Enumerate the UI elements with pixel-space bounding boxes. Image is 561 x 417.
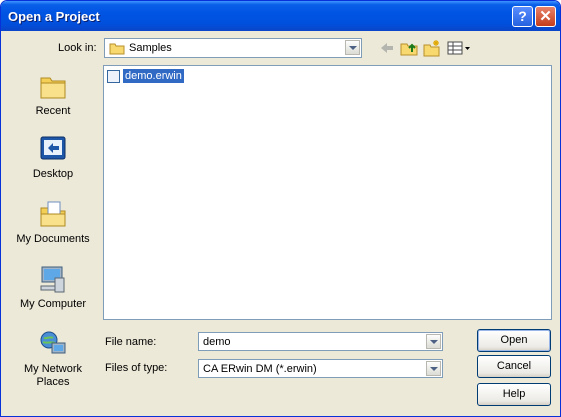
folder-icon bbox=[109, 42, 125, 58]
help-title-button[interactable]: ? bbox=[512, 6, 533, 27]
cancel-button[interactable]: Cancel bbox=[477, 355, 551, 378]
file-name: demo.erwin bbox=[123, 69, 184, 83]
file-type-value: CA ERwin DM (*.erwin) bbox=[203, 363, 317, 375]
my-computer-icon bbox=[38, 264, 68, 294]
place-label: Recent bbox=[35, 105, 71, 117]
up-one-level-icon[interactable] bbox=[400, 39, 418, 57]
place-my-documents[interactable]: My Documents bbox=[8, 199, 98, 246]
file-type-label: Files of type: bbox=[105, 362, 168, 374]
my-documents-icon bbox=[38, 199, 68, 229]
close-button[interactable]: ✕ bbox=[535, 6, 556, 27]
network-places-icon bbox=[38, 329, 68, 359]
chevron-down-icon[interactable] bbox=[426, 334, 441, 349]
dialog-title: Open a Project bbox=[8, 9, 100, 24]
place-desktop[interactable]: Desktop bbox=[8, 134, 98, 181]
chevron-down-icon[interactable] bbox=[345, 40, 360, 55]
file-name-field[interactable]: demo bbox=[198, 332, 443, 351]
places-bar: Recent Desktop My Documents My Computer … bbox=[8, 64, 98, 399]
place-my-network-places[interactable]: My Network Places bbox=[8, 329, 98, 389]
place-label: My Network Places bbox=[23, 363, 83, 388]
view-menu-icon[interactable] bbox=[447, 39, 471, 57]
open-project-dialog: Open a Project ? ✕ Look in: Samples Rece… bbox=[0, 0, 561, 417]
erwin-file-icon bbox=[107, 70, 120, 83]
place-label: Desktop bbox=[32, 168, 74, 180]
file-type-dropdown[interactable]: CA ERwin DM (*.erwin) bbox=[198, 359, 443, 378]
file-name-label: File name: bbox=[105, 336, 157, 348]
place-label: My Documents bbox=[16, 233, 90, 245]
recent-icon bbox=[38, 71, 68, 101]
look-in-dropdown[interactable]: Samples bbox=[104, 38, 362, 58]
place-recent[interactable]: Recent bbox=[8, 71, 98, 118]
help-button[interactable]: Help bbox=[477, 383, 551, 406]
title-bar[interactable]: Open a Project ? ✕ bbox=[1, 1, 560, 31]
place-my-computer[interactable]: My Computer bbox=[8, 264, 98, 311]
place-label: My Computer bbox=[19, 298, 87, 310]
file-name-value: demo bbox=[203, 336, 231, 348]
open-button[interactable]: Open bbox=[477, 329, 551, 352]
chevron-down-icon[interactable] bbox=[426, 361, 441, 376]
look-in-value: Samples bbox=[129, 42, 172, 54]
new-folder-icon[interactable] bbox=[423, 39, 441, 57]
look-in-label: Look in: bbox=[58, 42, 97, 54]
desktop-icon bbox=[38, 134, 68, 164]
file-list[interactable]: demo.erwin bbox=[103, 65, 552, 320]
back-arrow-icon[interactable] bbox=[378, 39, 396, 57]
